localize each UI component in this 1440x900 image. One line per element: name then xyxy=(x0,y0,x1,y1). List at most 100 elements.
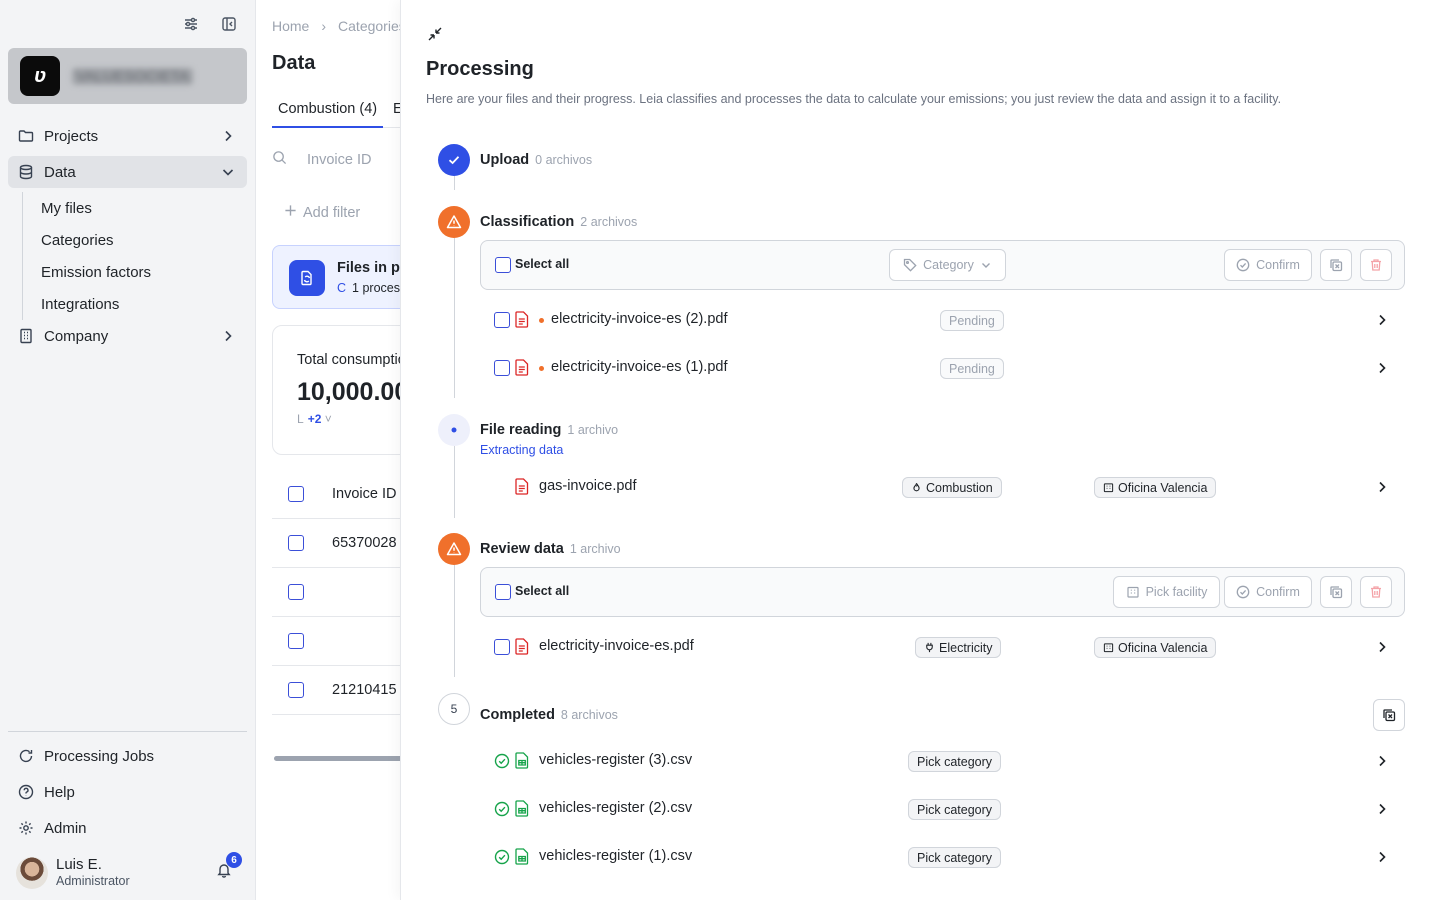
category-badge: Combustion xyxy=(902,477,1002,498)
tab-combustion[interactable]: Combustion (4) xyxy=(272,92,384,128)
breadcrumb-home[interactable]: Home xyxy=(272,18,309,34)
horizontal-scrollbar[interactable] xyxy=(274,756,401,761)
file-checkbox[interactable] xyxy=(494,360,510,376)
warning-icon xyxy=(446,542,462,556)
select-all-checkbox[interactable] xyxy=(495,584,511,600)
minimize-icon[interactable] xyxy=(427,26,443,45)
chevron-right-icon[interactable] xyxy=(1375,754,1389,771)
pick-category-button[interactable]: Pick category xyxy=(908,751,1002,772)
unread-dot xyxy=(539,366,544,371)
pick-category-button[interactable]: Pick category xyxy=(908,847,1002,868)
check-circle-icon xyxy=(494,849,510,868)
breadcrumb-categories[interactable]: Categories xyxy=(338,18,401,34)
add-filter-label: Add filter xyxy=(303,204,361,221)
sliders-icon[interactable] xyxy=(181,14,201,34)
table-row[interactable]: 21210415 xyxy=(272,666,401,715)
row-checkbox[interactable] xyxy=(288,633,304,649)
pdf-file-icon xyxy=(515,478,529,498)
subnav-item-categories[interactable]: Categories xyxy=(41,224,247,256)
check-circle-icon xyxy=(494,753,510,772)
column-header-invoice-id: Invoice ID xyxy=(332,486,397,502)
total-consumption-card: Total consumption 10,000.00 L+2 ˅ xyxy=(272,325,401,455)
search-bar[interactable]: Invoice ID xyxy=(272,150,371,169)
category-dropdown[interactable]: Category xyxy=(889,249,1006,281)
delete-button[interactable] xyxy=(1360,576,1392,608)
step-title: Review data xyxy=(480,541,564,557)
row-checkbox[interactable] xyxy=(288,682,304,698)
ignore-files-button[interactable] xyxy=(1320,249,1352,281)
classification-bulk-bar: Select all Category Confirm xyxy=(480,240,1405,290)
nav-item-help[interactable]: Help xyxy=(8,776,247,808)
category-badge-label: Electricity xyxy=(939,640,993,655)
file-row[interactable]: electricity-invoice-es (2).pdf Pending xyxy=(480,300,1405,340)
nav-item-projects[interactable]: Projects xyxy=(8,120,247,152)
chevron-right-icon[interactable] xyxy=(1375,802,1389,819)
bell-icon[interactable]: 6 xyxy=(216,852,242,881)
table-row[interactable] xyxy=(272,617,401,666)
ignore-files-button[interactable] xyxy=(1320,576,1352,608)
pick-category-button[interactable]: Pick category xyxy=(908,799,1002,820)
file-row[interactable]: electricity-invoice-es (1).pdf Pending xyxy=(480,348,1405,388)
progress-dot-icon xyxy=(451,427,457,433)
unread-dot xyxy=(539,318,544,323)
nav-item-processing-jobs[interactable]: Processing Jobs xyxy=(8,740,247,772)
chevron-right-icon[interactable] xyxy=(1375,361,1389,378)
table-row[interactable] xyxy=(272,568,401,617)
confirm-button[interactable]: Confirm xyxy=(1224,576,1312,608)
ignore-completed-button[interactable] xyxy=(1373,699,1405,731)
row-checkbox[interactable] xyxy=(288,584,304,600)
file-checkbox[interactable] xyxy=(494,639,510,655)
copy-x-icon xyxy=(1330,259,1343,272)
subnav-item-my-files[interactable]: My files xyxy=(41,192,247,224)
step-title: Completed xyxy=(480,707,555,723)
trash-icon xyxy=(1371,586,1381,598)
nav-item-label: Data xyxy=(44,163,76,181)
main-nav: Projects Data My files Categories Emissi… xyxy=(8,120,247,356)
confirm-button[interactable]: Confirm xyxy=(1224,249,1312,281)
select-all-checkbox[interactable] xyxy=(495,257,511,273)
search-icon xyxy=(272,150,287,169)
delete-button[interactable] xyxy=(1360,249,1392,281)
table-row[interactable]: 65370028 xyxy=(272,519,401,568)
file-checkbox[interactable] xyxy=(494,312,510,328)
file-row[interactable]: vehicles-register (1).csv Pick category xyxy=(480,837,1405,877)
more-units-toggle[interactable]: +2 xyxy=(308,412,322,426)
chevron-right-icon[interactable] xyxy=(1375,640,1389,657)
pick-facility-button[interactable]: Pick facility xyxy=(1113,576,1220,608)
page-title: Data xyxy=(272,52,316,74)
chevron-right-icon[interactable] xyxy=(1375,850,1389,867)
chevron-right-icon[interactable] xyxy=(1375,480,1389,497)
sidebar-collapse-icon[interactable] xyxy=(219,14,239,34)
file-row[interactable]: electricity-invoice-es.pdf Electricity O… xyxy=(480,627,1405,667)
status-badge: Pending xyxy=(940,358,1004,379)
csv-file-icon xyxy=(515,848,529,868)
select-all-checkbox[interactable] xyxy=(288,486,304,502)
nav-item-data[interactable]: Data xyxy=(8,156,247,188)
nav-item-admin[interactable]: Admin xyxy=(8,812,247,844)
file-name: gas-invoice.pdf xyxy=(539,478,637,494)
file-row[interactable]: gas-invoice.pdf Combustion Oficina Valen… xyxy=(480,467,1405,507)
organization-switcher[interactable]: ʋ VALUESOCIETA xyxy=(8,48,247,104)
pdf-file-icon xyxy=(515,359,529,379)
processing-panel: Processing Here are your files and their… xyxy=(400,0,1440,900)
tab-electricity[interactable]: Electricity xyxy=(387,92,401,128)
file-row[interactable]: vehicles-register (3).csv Pick category xyxy=(480,741,1405,781)
row-checkbox[interactable] xyxy=(288,535,304,551)
step-file-reading-badge xyxy=(438,414,470,446)
add-filter-button[interactable]: Add filter xyxy=(284,204,360,221)
file-row[interactable]: vehicles-register (2).csv Pick category xyxy=(480,789,1405,829)
subnav-item-integrations[interactable]: Integrations xyxy=(41,288,247,320)
chevron-right-icon xyxy=(221,329,235,347)
check-circle-icon xyxy=(494,801,510,820)
pick-facility-label: Pick facility xyxy=(1145,585,1208,599)
subnav-item-emission-factors[interactable]: Emission factors xyxy=(41,256,247,288)
chevron-down-icon xyxy=(221,165,235,183)
search-input[interactable]: Invoice ID xyxy=(307,152,371,168)
confirm-label: Confirm xyxy=(1256,585,1300,599)
chevron-right-icon xyxy=(221,129,235,147)
nav-item-company[interactable]: Company xyxy=(8,320,247,352)
avatar xyxy=(16,857,48,889)
files-in-progress-card[interactable]: Files in progress C 1 processing xyxy=(272,245,401,309)
user-profile[interactable]: Luis E. Administrator 6 xyxy=(16,852,246,890)
chevron-right-icon[interactable] xyxy=(1375,313,1389,330)
